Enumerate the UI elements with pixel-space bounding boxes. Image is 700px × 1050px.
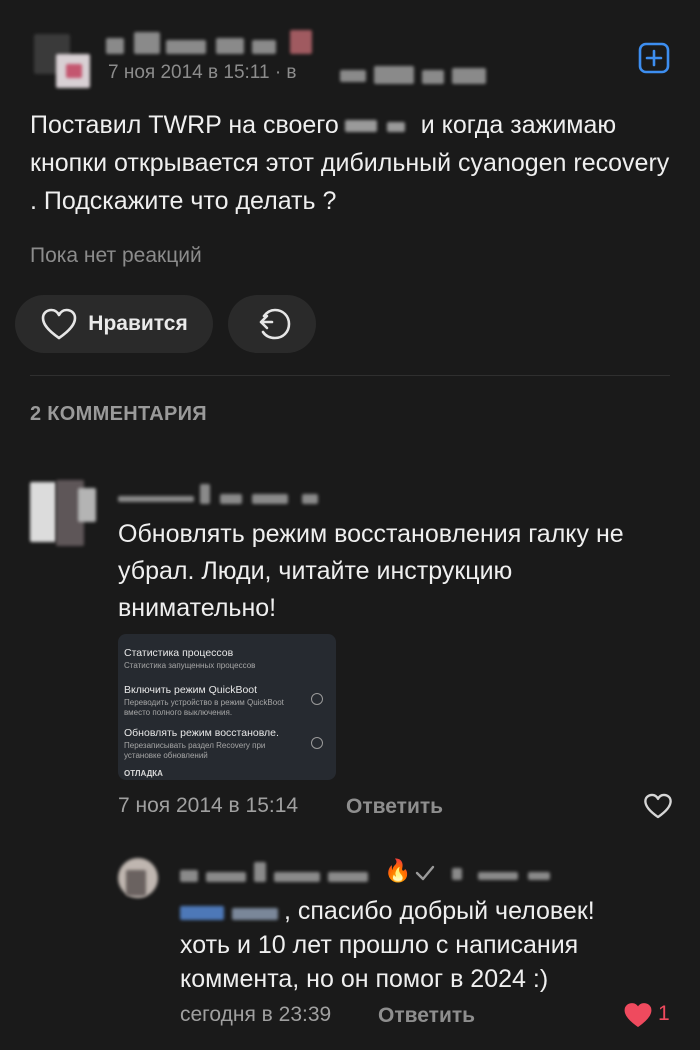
comment1-attachment-image[interactable]: Статистика процессов Статистика запущенн… (118, 634, 336, 780)
post-author-name[interactable] (100, 28, 320, 56)
attachment-row2-title: Включить режим QuickBoot (124, 684, 258, 696)
post-community-prefix: · в (274, 62, 297, 83)
comment1-text: Обновлять режим восстановления галку не … (118, 520, 624, 622)
attachment-row2-subtitle: Переводить устройство в режим QuickBoot … (124, 698, 284, 717)
comment2-text: , спасибо добрый человек! хоть и 10 лет п… (180, 897, 595, 993)
attachment-row2-radio (311, 693, 323, 705)
post-author-avatar[interactable] (30, 28, 90, 88)
comment2-like-count: 1 (658, 1002, 670, 1025)
attachment-row3-radio (311, 737, 323, 749)
attachment-row3-subtitle: Перезаписывать раздел Recovery при устан… (124, 741, 266, 760)
like-button[interactable]: Нравится (15, 295, 213, 353)
post-text: Поставил TWRP на своего и когда зажимаю к… (30, 111, 670, 215)
attachment-row3-title: Обновлять режим восстановле. (124, 727, 279, 739)
comment2-time: сегодня в 23:39 (180, 1003, 332, 1026)
attachment-section-label: ОТЛАДКА (124, 769, 163, 778)
comment2-author-name[interactable] (180, 862, 380, 884)
heart-filled-icon[interactable] (623, 1001, 653, 1029)
comment1-reply-button[interactable]: Ответить (346, 795, 443, 819)
comments-count-header: 2 КОММЕНТАРИЯ (30, 403, 207, 425)
attachment-row1-subtitle: Статистика запущенных процессов (124, 661, 256, 670)
comment1-time: 7 ноя 2014 в 15:14 (118, 794, 299, 817)
verified-check-icon (414, 864, 436, 882)
post-community-name[interactable] (340, 64, 490, 86)
post-text-redacted (343, 117, 417, 135)
comment1-avatar[interactable] (28, 478, 98, 548)
like-label: Нравится (88, 312, 188, 335)
comment2-reply-button[interactable]: Ответить (378, 1004, 475, 1028)
comment1-author-name[interactable] (118, 484, 328, 508)
heart-outline-icon[interactable] (643, 792, 673, 820)
share-button[interactable] (228, 295, 316, 353)
comment2-mention[interactable] (180, 902, 284, 922)
comment2-avatar[interactable] (114, 856, 162, 904)
section-divider (30, 375, 670, 376)
share-icon (252, 306, 292, 342)
attachment-row1-title: Статистика процессов (124, 647, 234, 659)
heart-outline-icon (40, 307, 78, 341)
comment2-status-redacted (448, 862, 552, 884)
post-date: 7 ноя 2014 в 15:11 (108, 62, 270, 83)
reactions-empty-label: Пока нет реакций (30, 244, 202, 267)
add-square-icon[interactable] (638, 42, 670, 74)
fire-emoji-icon: 🔥 (384, 858, 412, 883)
